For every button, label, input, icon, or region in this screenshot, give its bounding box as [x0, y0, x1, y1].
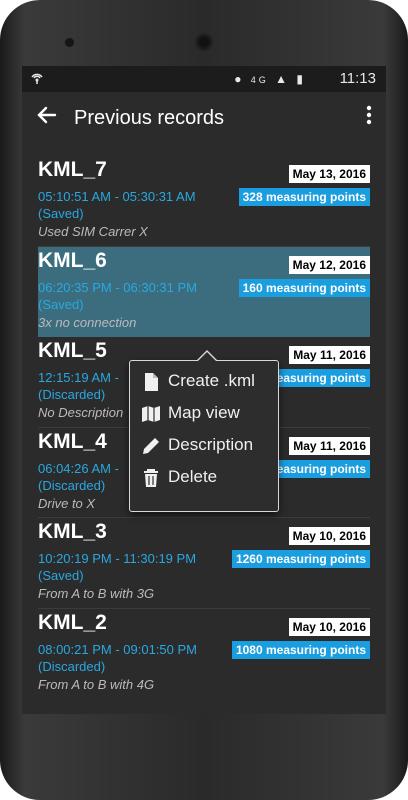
- record-name: KML_7: [38, 158, 107, 181]
- earpiece-speaker: [194, 32, 214, 52]
- page-title: Previous records: [74, 107, 225, 129]
- location-icon: ●: [234, 72, 245, 86]
- app-bar: Previous records: [22, 92, 386, 148]
- menu-item-label: Delete: [168, 467, 218, 486]
- record-date-badge: May 11, 2016: [289, 436, 370, 455]
- record-row[interactable]: KML_7 05:10:51 AM - 05:30:31 AM (Saved) U…: [38, 156, 370, 247]
- front-camera: [65, 38, 74, 47]
- wifi-broadcast-icon: [30, 71, 44, 88]
- phone-frame: ● 4G ▲ ▮ 11:13 Previous records KML_7 05…: [0, 0, 408, 800]
- context-menu: Create .kml Map view Description Delete: [129, 350, 279, 512]
- status-icons: ● 4G ▲ ▮: [234, 72, 306, 86]
- record-description: Drive to X: [38, 495, 96, 511]
- record-date-badge: May 10, 2016: [288, 527, 370, 546]
- menu-item-label: Map view: [168, 403, 240, 422]
- record-time: 08:00:21 PM - 09:01:50 PM (Discarded): [38, 641, 197, 674]
- record-time: 12:15:19 AM - (Discarded): [38, 370, 119, 403]
- record-date-badge: May 12, 2016: [288, 255, 370, 274]
- record-description: No Description: [38, 405, 124, 421]
- record-name: KML_2: [38, 610, 107, 634]
- file-icon: [140, 371, 162, 393]
- record-time: 06:20:35 PM - 06:30:31 PM (Saved): [38, 279, 197, 312]
- record-points-badge: 328 measuring points: [238, 188, 370, 206]
- record-time: 05:10:51 AM - 05:30:31 AM (Saved): [38, 189, 196, 221]
- record-date-badge: May 13, 2016: [288, 165, 370, 183]
- record-name: KML_6: [38, 248, 107, 272]
- arrow-left-icon[interactable]: [36, 104, 58, 133]
- record-points-badge: 160 measuring points: [238, 278, 370, 297]
- record-name: KML_4: [38, 429, 107, 453]
- record-points-badge: 1080 measuring points: [231, 640, 370, 659]
- record-row-selected[interactable]: KML_6 06:20:35 PM - 06:30:31 PM (Saved) 3…: [38, 246, 370, 338]
- record-name: KML_5: [38, 339, 107, 363]
- trash-icon: [140, 467, 162, 489]
- menu-item-label: Create .kml: [168, 371, 255, 390]
- menu-item-description[interactable]: Description: [140, 431, 270, 461]
- record-description: 3x no connection: [38, 314, 137, 330]
- record-time: 10:20:19 PM - 11:30:19 PM (Saved): [38, 551, 197, 584]
- menu-item-map-view[interactable]: Map view: [140, 399, 270, 429]
- battery-icon: ▮: [296, 72, 306, 86]
- 4g-icon: 4G: [250, 75, 269, 85]
- status-time: 11:13: [339, 70, 376, 87]
- menu-item-delete[interactable]: Delete: [140, 463, 270, 493]
- status-bar: ● 4G ▲ ▮ 11:13: [22, 66, 386, 92]
- more-vert-icon[interactable]: [366, 104, 372, 132]
- screen: ● 4G ▲ ▮ 11:13 Previous records KML_7 05…: [22, 66, 386, 714]
- record-points-badge: 1260 measuring points: [231, 550, 370, 569]
- menu-item-create-kml[interactable]: Create .kml: [140, 367, 270, 397]
- record-row[interactable]: KML_3 10:20:19 PM - 11:30:19 PM (Saved) F…: [38, 518, 370, 609]
- pencil-icon: [140, 435, 162, 457]
- record-row[interactable]: KML_2 08:00:21 PM - 09:01:50 PM (Discarde…: [38, 609, 370, 699]
- signal-icon: ▲: [275, 72, 291, 86]
- record-description: From A to B with 4G: [38, 676, 155, 692]
- record-date-badge: May 10, 2016: [288, 617, 370, 636]
- record-description: Used SIM Carrer X: [38, 224, 148, 239]
- menu-item-label: Description: [168, 435, 254, 454]
- record-name: KML_3: [38, 520, 107, 544]
- map-icon: [140, 403, 162, 425]
- record-description: From A to B with 3G: [38, 586, 155, 602]
- record-date-badge: May 11, 2016: [289, 346, 370, 365]
- record-time: 06:04:26 AM - (Discarded): [38, 460, 119, 493]
